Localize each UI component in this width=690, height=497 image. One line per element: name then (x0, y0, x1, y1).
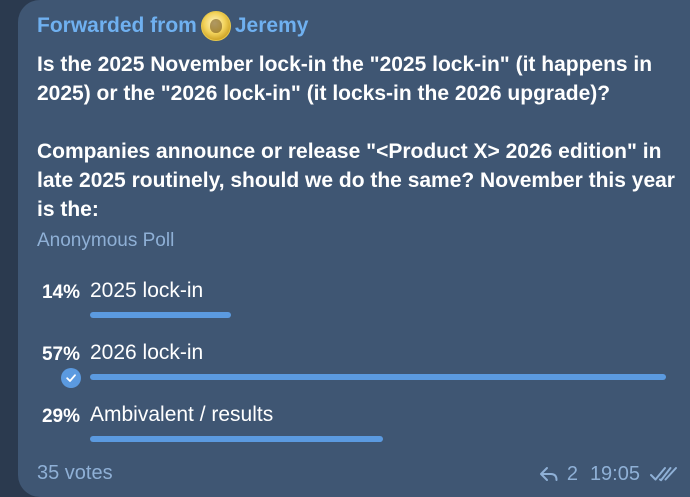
poll-type-label: Anonymous Poll (37, 230, 175, 251)
option-1-bar-track (90, 312, 666, 318)
avatar-icon[interactable] (200, 11, 231, 41)
option-2-label[interactable]: 2026 lock-in (90, 341, 203, 365)
question-paragraph-1: Is the 2025 November lock-in the "2025 l… (37, 53, 653, 105)
option-1-percent: 14% (41, 282, 80, 303)
reply-icon[interactable] (539, 465, 559, 483)
option-3-percent: 29% (41, 406, 80, 427)
chat-background: Forwarded from Jeremy Is the 2025 Novemb… (0, 0, 690, 497)
option-3-bar-fill (90, 436, 384, 442)
option-1-bar-fill (90, 312, 232, 318)
message-meta: 2 19:05 (539, 460, 680, 488)
message-time: 19:05 (589, 462, 640, 485)
reply-count[interactable]: 2 (567, 463, 578, 486)
forwarded-author[interactable]: Jeremy (235, 14, 309, 38)
check-circle-icon (61, 368, 81, 388)
votes-count[interactable]: 35 votes (37, 462, 113, 485)
forwarded-header[interactable]: Forwarded from Jeremy (37, 11, 308, 41)
option-2-percent: 57% (41, 344, 80, 365)
option-2-bar-fill (90, 374, 666, 380)
question-paragraph-2: Companies announce or release "<Product … (37, 140, 675, 221)
option-1-label[interactable]: 2025 lock-in (90, 279, 203, 303)
forwarded-prefix: Forwarded from (37, 14, 197, 37)
option-3-label[interactable]: Ambivalent / results (90, 403, 273, 427)
avatar-face (209, 19, 222, 33)
poll-question: Is the 2025 November lock-in the "2025 l… (37, 50, 677, 224)
double-check-icon (650, 465, 680, 483)
option-3-bar-track (90, 436, 666, 442)
option-2-bar-track (90, 374, 666, 380)
